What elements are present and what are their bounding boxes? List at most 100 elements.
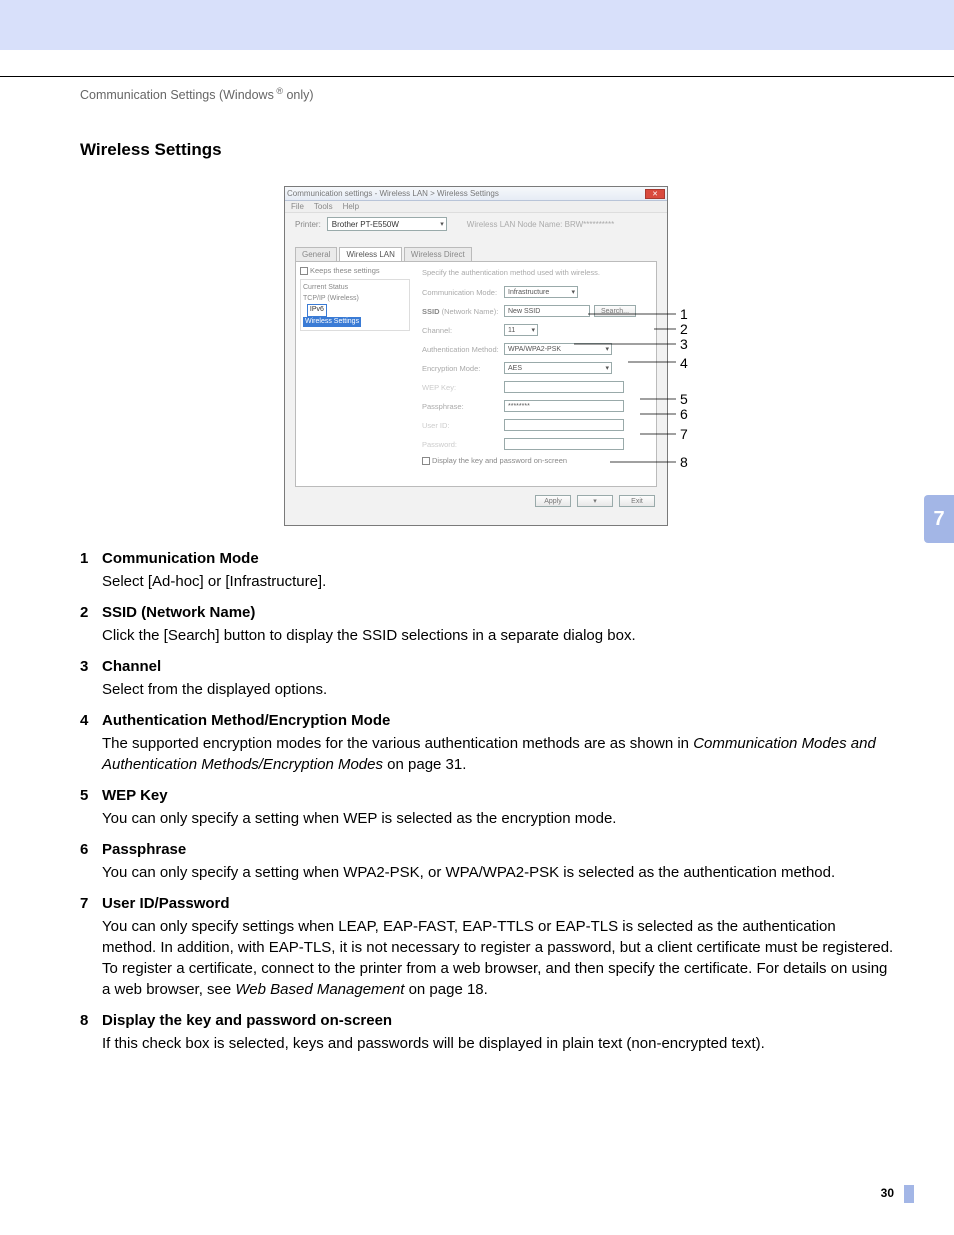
item-title: Channel: [102, 656, 894, 677]
dialog-body: Keeps these settings Current Status TCP/…: [295, 261, 657, 487]
dialog-titlebar: Communication settings - Wireless LAN > …: [285, 187, 667, 201]
list-item: 7 User ID/Password You can only specify …: [80, 893, 894, 1000]
menu-tools[interactable]: Tools: [314, 202, 333, 211]
dialog-tabs: General Wireless LAN Wireless Direct: [295, 247, 657, 261]
label-wep: WEP Key:: [422, 383, 504, 392]
select-enc[interactable]: AES: [504, 362, 612, 374]
row-comm-mode: Communication Mode: Infrastructure: [422, 285, 648, 299]
dialog-right-pane: Specify the authentication method used w…: [414, 262, 656, 486]
header-text: Communication Settings (Windows ® only): [80, 88, 314, 102]
label-comm-mode: Communication Mode:: [422, 288, 504, 297]
input-pass[interactable]: ********: [504, 400, 624, 412]
printer-select[interactable]: Brother PT-E550W: [327, 217, 447, 231]
list-item: 1 Communication Mode Select [Ad-hoc] or …: [80, 548, 894, 592]
node-name: Wireless LAN Node Name: BRW**********: [467, 220, 614, 229]
label-enc: Encryption Mode:: [422, 364, 504, 373]
printer-label: Printer:: [295, 220, 321, 229]
row-password: Password:: [422, 437, 648, 451]
checkbox-icon: [300, 267, 308, 275]
item-body: You can only specify a setting when WEP …: [102, 808, 894, 829]
pane-description: Specify the authentication method used w…: [422, 268, 648, 277]
list-item: 6 Passphrase You can only specify a sett…: [80, 839, 894, 883]
item-title: User ID/Password: [102, 893, 894, 914]
printer-row: Printer: Brother PT-E550W Wireless LAN N…: [285, 213, 667, 235]
top-rule: [0, 76, 954, 77]
item-body: The supported encryption modes for the v…: [102, 733, 894, 775]
checkbox-icon: [422, 457, 430, 465]
list-item: 3 Channel Select from the displayed opti…: [80, 656, 894, 700]
tree-ipv6[interactable]: IPv6: [307, 304, 327, 317]
list-item: 8 Display the key and password on-screen…: [80, 1010, 894, 1054]
row-wep: WEP Key:: [422, 380, 648, 394]
callout-5: 5: [680, 391, 688, 407]
item-title: Passphrase: [102, 839, 894, 860]
row-enc: Encryption Mode: AES: [422, 361, 648, 375]
chapter-tab: 7: [924, 495, 954, 543]
label-auth: Authentication Method:: [422, 345, 504, 354]
callout-1: 1: [680, 306, 688, 322]
label-password: Password:: [422, 440, 504, 449]
item-body: Select from the displayed options.: [102, 679, 894, 700]
dialog-left-pane: Keeps these settings Current Status TCP/…: [296, 262, 414, 486]
item-title: SSID (Network Name): [102, 602, 894, 623]
callout-6: 6: [680, 406, 688, 422]
callout-7: 7: [680, 426, 688, 442]
item-title: Authentication Method/Encryption Mode: [102, 710, 894, 731]
apply-button[interactable]: Apply: [535, 495, 571, 507]
menu-file[interactable]: File: [291, 202, 304, 211]
select-comm-mode[interactable]: Infrastructure: [504, 286, 578, 298]
tree-tcpip[interactable]: TCP/IP (Wireless): [303, 294, 407, 305]
keep-settings-checkbox[interactable]: Keeps these settings: [300, 266, 410, 275]
apply-dropdown-icon[interactable]: ▾: [577, 495, 613, 507]
input-password[interactable]: [504, 438, 624, 450]
callout-2: 2: [680, 321, 688, 337]
search-button[interactable]: Search...: [594, 305, 636, 317]
list-item: 5 WEP Key You can only specify a setting…: [80, 785, 894, 829]
row-userid: User ID:: [422, 418, 648, 432]
list-item: 2 SSID (Network Name) Click the [Search]…: [80, 602, 894, 646]
callout-8: 8: [680, 454, 688, 470]
dialog-menubar: File Tools Help: [285, 201, 667, 213]
tree-current-status[interactable]: Current Status: [303, 283, 407, 294]
item-body: You can only specify settings when LEAP,…: [102, 916, 894, 1000]
item-body: Select [Ad-hoc] or [Infrastructure].: [102, 571, 894, 592]
menu-help[interactable]: Help: [343, 202, 359, 211]
tab-wireless-direct[interactable]: Wireless Direct: [404, 247, 472, 261]
comm-settings-dialog: Communication settings - Wireless LAN > …: [284, 186, 668, 526]
label-pass: Passphrase:: [422, 402, 504, 411]
callout-3: 3: [680, 336, 688, 352]
running-header: Communication Settings (Windows ® only): [80, 86, 314, 102]
display-key-checkbox[interactable]: Display the key and password on-screen: [422, 456, 648, 465]
section-title: Wireless Settings: [80, 140, 222, 160]
label-ssid: SSID (Network Name):: [422, 307, 504, 316]
page-number: 30: [881, 1186, 894, 1200]
label-userid: User ID:: [422, 421, 504, 430]
input-ssid[interactable]: New SSID: [504, 305, 590, 317]
item-body: Click the [Search] button to display the…: [102, 625, 894, 646]
item-title: Display the key and password on-screen: [102, 1010, 894, 1031]
label-channel: Channel:: [422, 326, 504, 335]
exit-button[interactable]: Exit: [619, 495, 655, 507]
input-wep[interactable]: [504, 381, 624, 393]
row-ssid: SSID (Network Name): New SSID Search...: [422, 304, 648, 318]
tree-wireless-settings[interactable]: Wireless Settings: [303, 317, 361, 328]
input-userid[interactable]: [504, 419, 624, 431]
settings-tree[interactable]: Current Status TCP/IP (Wireless) IPv6 Wi…: [300, 279, 410, 331]
item-title: Communication Mode: [102, 548, 894, 569]
list-item: 4 Authentication Method/Encryption Mode …: [80, 710, 894, 775]
row-pass: Passphrase: ********: [422, 399, 648, 413]
item-title: WEP Key: [102, 785, 894, 806]
select-channel[interactable]: 11: [504, 324, 538, 336]
tab-wireless-lan[interactable]: Wireless LAN: [339, 247, 401, 261]
dialog-footer: Apply ▾ Exit: [285, 493, 667, 513]
callout-4: 4: [680, 355, 688, 371]
top-blue-band: [0, 0, 954, 50]
item-body: You can only specify a setting when WPA2…: [102, 862, 894, 883]
close-icon[interactable]: ✕: [645, 189, 665, 199]
description-list: 1 Communication Mode Select [Ad-hoc] or …: [80, 548, 894, 1064]
item-body: If this check box is selected, keys and …: [102, 1033, 894, 1054]
select-auth[interactable]: WPA/WPA2-PSK: [504, 343, 612, 355]
tab-general[interactable]: General: [295, 247, 337, 261]
row-channel: Channel: 11: [422, 323, 648, 337]
dialog-title: Communication settings - Wireless LAN > …: [287, 189, 499, 198]
